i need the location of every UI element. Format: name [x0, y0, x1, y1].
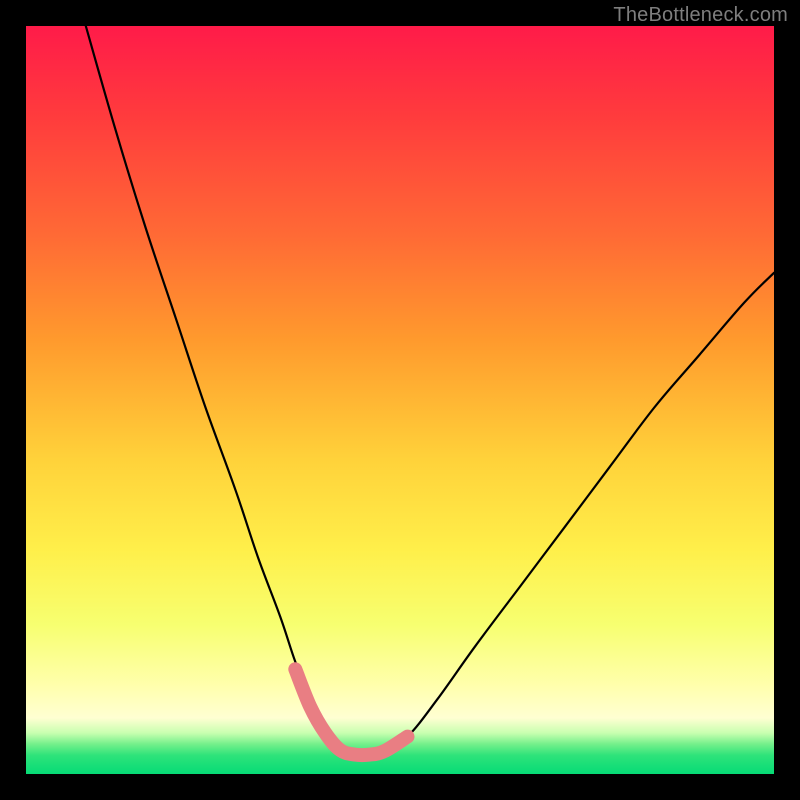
plot-area [26, 26, 774, 774]
bottleneck-curve [86, 26, 774, 754]
chart-svg [26, 26, 774, 774]
optimal-band [295, 669, 407, 755]
watermark-text: TheBottleneck.com [613, 4, 788, 27]
outer-frame: TheBottleneck.com [0, 0, 800, 800]
